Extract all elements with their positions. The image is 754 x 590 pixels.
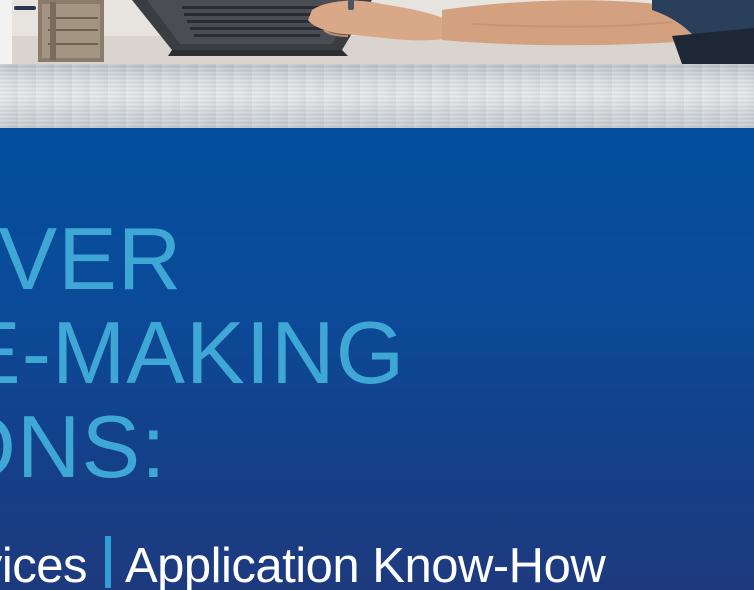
tagline-separator xyxy=(104,536,111,588)
headline-line-2: E-MAKING xyxy=(0,303,406,402)
fabric-texture-strip xyxy=(0,64,754,128)
headline-line-3: IONS: xyxy=(0,397,167,496)
header-photo xyxy=(0,0,754,64)
tagline: rvices Application Know-How xyxy=(0,536,606,590)
laptop-photo-illustration xyxy=(12,0,754,64)
blue-content-panel: LIVER E-MAKING IONS: rvices Application K… xyxy=(0,128,754,590)
laptop-photo xyxy=(12,0,754,64)
tagline-services: rvices xyxy=(0,539,87,590)
page: LIVER E-MAKING IONS: rvices Application K… xyxy=(0,0,754,590)
headline-line-1: LIVER xyxy=(0,209,183,308)
tagline-application-know-how: Application Know-How xyxy=(124,539,606,590)
headline: LIVER E-MAKING IONS: xyxy=(0,212,405,494)
